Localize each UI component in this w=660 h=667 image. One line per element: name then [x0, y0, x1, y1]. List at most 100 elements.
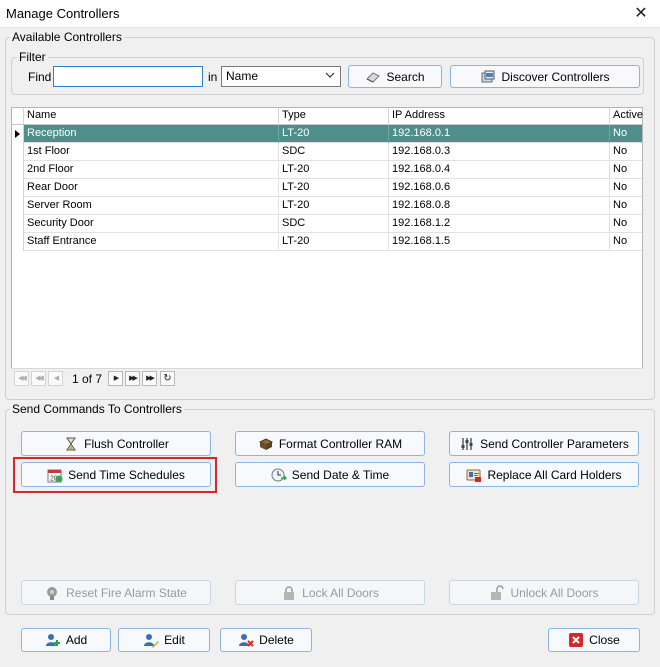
delete-button[interactable]: Delete — [220, 628, 312, 652]
edit-button-label: Edit — [164, 633, 185, 647]
flush-controller-button[interactable]: Flush Controller — [21, 431, 211, 456]
format-controller-ram-button[interactable]: Format Controller RAM — [235, 431, 425, 456]
unlock-all-doors-button[interactable]: Unlock All Doors — [449, 580, 639, 605]
table-row[interactable]: 2nd Floor LT-20 192.168.0.4 No — [12, 161, 642, 179]
close-icon — [568, 632, 584, 648]
cell-type: LT-20 — [279, 197, 389, 215]
find-label: Find — [28, 70, 52, 84]
next-page-button[interactable]: ▶ — [108, 371, 123, 386]
cell-name: Staff Entrance — [24, 233, 279, 251]
cell-ip: 192.168.1.2 — [389, 215, 610, 233]
table-row[interactable]: Server Room LT-20 192.168.0.8 No — [12, 197, 642, 215]
eraser-icon — [365, 69, 381, 85]
cell-active: No — [613, 127, 628, 139]
table-pager: ◀◀ ◀◀ ◀ 1 of 7 ▶ ▶▶ ▶▶ ↻ — [11, 368, 643, 387]
row-header — [12, 161, 24, 179]
cell-active: No — [613, 235, 628, 247]
row-header — [12, 197, 24, 215]
add-button[interactable]: Add — [21, 628, 111, 652]
last-page-button[interactable]: ▶▶ — [142, 371, 157, 386]
cell-name: Server Room — [24, 197, 279, 215]
lock-all-doors-label: Lock All Doors — [302, 585, 379, 600]
row-pointer-icon — [15, 130, 20, 138]
column-header-active[interactable]: Active — [610, 108, 643, 125]
cell-type: LT-20 — [279, 233, 389, 251]
cell-active: No — [613, 163, 628, 175]
cell-active: No — [613, 199, 628, 211]
send-commands-legend: Send Commands To Controllers — [10, 402, 184, 416]
unlock-all-doors-label: Unlock All Doors — [510, 585, 599, 600]
row-header-corner — [12, 108, 24, 125]
send-controller-parameters-button[interactable]: Send Controller Parameters — [449, 431, 639, 456]
first-page-button[interactable]: ◀◀ — [14, 371, 29, 386]
cell-ip: 192.168.0.1 — [389, 125, 610, 143]
page-indicator: 1 of 7 — [72, 372, 103, 386]
reset-fire-alarm-state-button[interactable]: Reset Fire Alarm State — [21, 580, 211, 605]
prev-page-group-button[interactable]: ◀◀ — [31, 371, 46, 386]
filter-legend: Filter — [17, 50, 48, 64]
table-row[interactable]: Reception LT-20 192.168.0.1 No — [12, 125, 642, 143]
format-controller-ram-label: Format Controller RAM — [278, 436, 403, 451]
add-user-icon — [45, 632, 61, 648]
cell-type: LT-20 — [279, 179, 389, 197]
title-bar: Manage Controllers ✕ — [0, 0, 660, 28]
prev-page-button[interactable]: ◀ — [48, 371, 63, 386]
row-header — [12, 215, 24, 233]
find-input[interactable] — [53, 66, 203, 87]
cell-ip: 192.168.0.3 — [389, 143, 610, 161]
cell-active: No — [613, 181, 628, 193]
window-title: Manage Controllers — [6, 6, 120, 21]
edit-button[interactable]: Edit — [118, 628, 210, 652]
cell-type: SDC — [279, 215, 389, 233]
cell-name: Security Door — [24, 215, 279, 233]
table-row[interactable]: Rear Door LT-20 192.168.0.6 No — [12, 179, 642, 197]
lock-all-doors-button[interactable]: Lock All Doors — [235, 580, 425, 605]
discover-icon — [480, 69, 496, 85]
chevron-down-icon — [325, 72, 335, 78]
send-date-time-label: Send Date & Time — [291, 467, 390, 482]
close-button[interactable]: Close — [548, 628, 640, 652]
sliders-icon — [459, 436, 475, 452]
search-field-value: Name — [226, 69, 259, 83]
window-close-button[interactable]: ✕ — [630, 4, 652, 24]
table-row[interactable]: Security Door SDC 192.168.1.2 No — [12, 215, 642, 233]
refresh-button[interactable]: ↻ — [160, 371, 175, 386]
cell-ip: 192.168.1.5 — [389, 233, 610, 251]
column-header-ip-address[interactable]: IP Address — [389, 108, 610, 125]
discover-controllers-button[interactable]: Discover Controllers — [450, 65, 640, 88]
replace-all-card-holders-label: Replace All Card Holders — [487, 467, 622, 482]
search-button-label: Search — [386, 69, 425, 84]
replace-all-card-holders-button[interactable]: Replace All Card Holders — [449, 462, 639, 487]
cell-ip: 192.168.0.6 — [389, 179, 610, 197]
cell-ip: 192.168.0.8 — [389, 197, 610, 215]
table-row[interactable]: Staff Entrance LT-20 192.168.1.5 No — [12, 233, 642, 251]
search-field-select[interactable]: Name — [221, 66, 341, 87]
delete-user-icon — [238, 632, 254, 648]
add-button-label: Add — [65, 633, 88, 647]
highlight-frame — [13, 457, 217, 493]
unlock-icon — [489, 584, 505, 601]
cell-active: No — [613, 145, 628, 157]
cell-active: No — [613, 217, 628, 229]
fire-alarm-icon — [45, 585, 61, 601]
send-date-time-button[interactable]: Send Date & Time — [235, 462, 425, 487]
table-row[interactable]: 1st Floor SDC 192.168.0.3 No — [12, 143, 642, 161]
current-row-indicator — [12, 125, 24, 143]
cell-ip: 192.168.0.4 — [389, 161, 610, 179]
discover-controllers-label: Discover Controllers — [501, 69, 610, 84]
search-button[interactable]: Search — [348, 65, 442, 88]
send-controller-parameters-label: Send Controller Parameters — [480, 436, 629, 451]
delete-button-label: Delete — [259, 633, 294, 647]
cell-type: LT-20 — [279, 125, 389, 143]
flush-controller-label: Flush Controller — [84, 436, 169, 451]
column-header-name[interactable]: Name — [24, 108, 279, 125]
cell-type: SDC — [279, 143, 389, 161]
close-button-label: Close — [589, 633, 620, 647]
next-page-group-button[interactable]: ▶▶ — [125, 371, 140, 386]
cell-name: 2nd Floor — [24, 161, 279, 179]
cell-name: Rear Door — [24, 179, 279, 197]
column-header-type[interactable]: Type — [279, 108, 389, 125]
controllers-table[interactable]: Name Type IP Address Active Reception LT… — [11, 107, 643, 386]
hourglass-icon — [63, 436, 79, 452]
reset-fire-alarm-state-label: Reset Fire Alarm State — [66, 585, 187, 600]
